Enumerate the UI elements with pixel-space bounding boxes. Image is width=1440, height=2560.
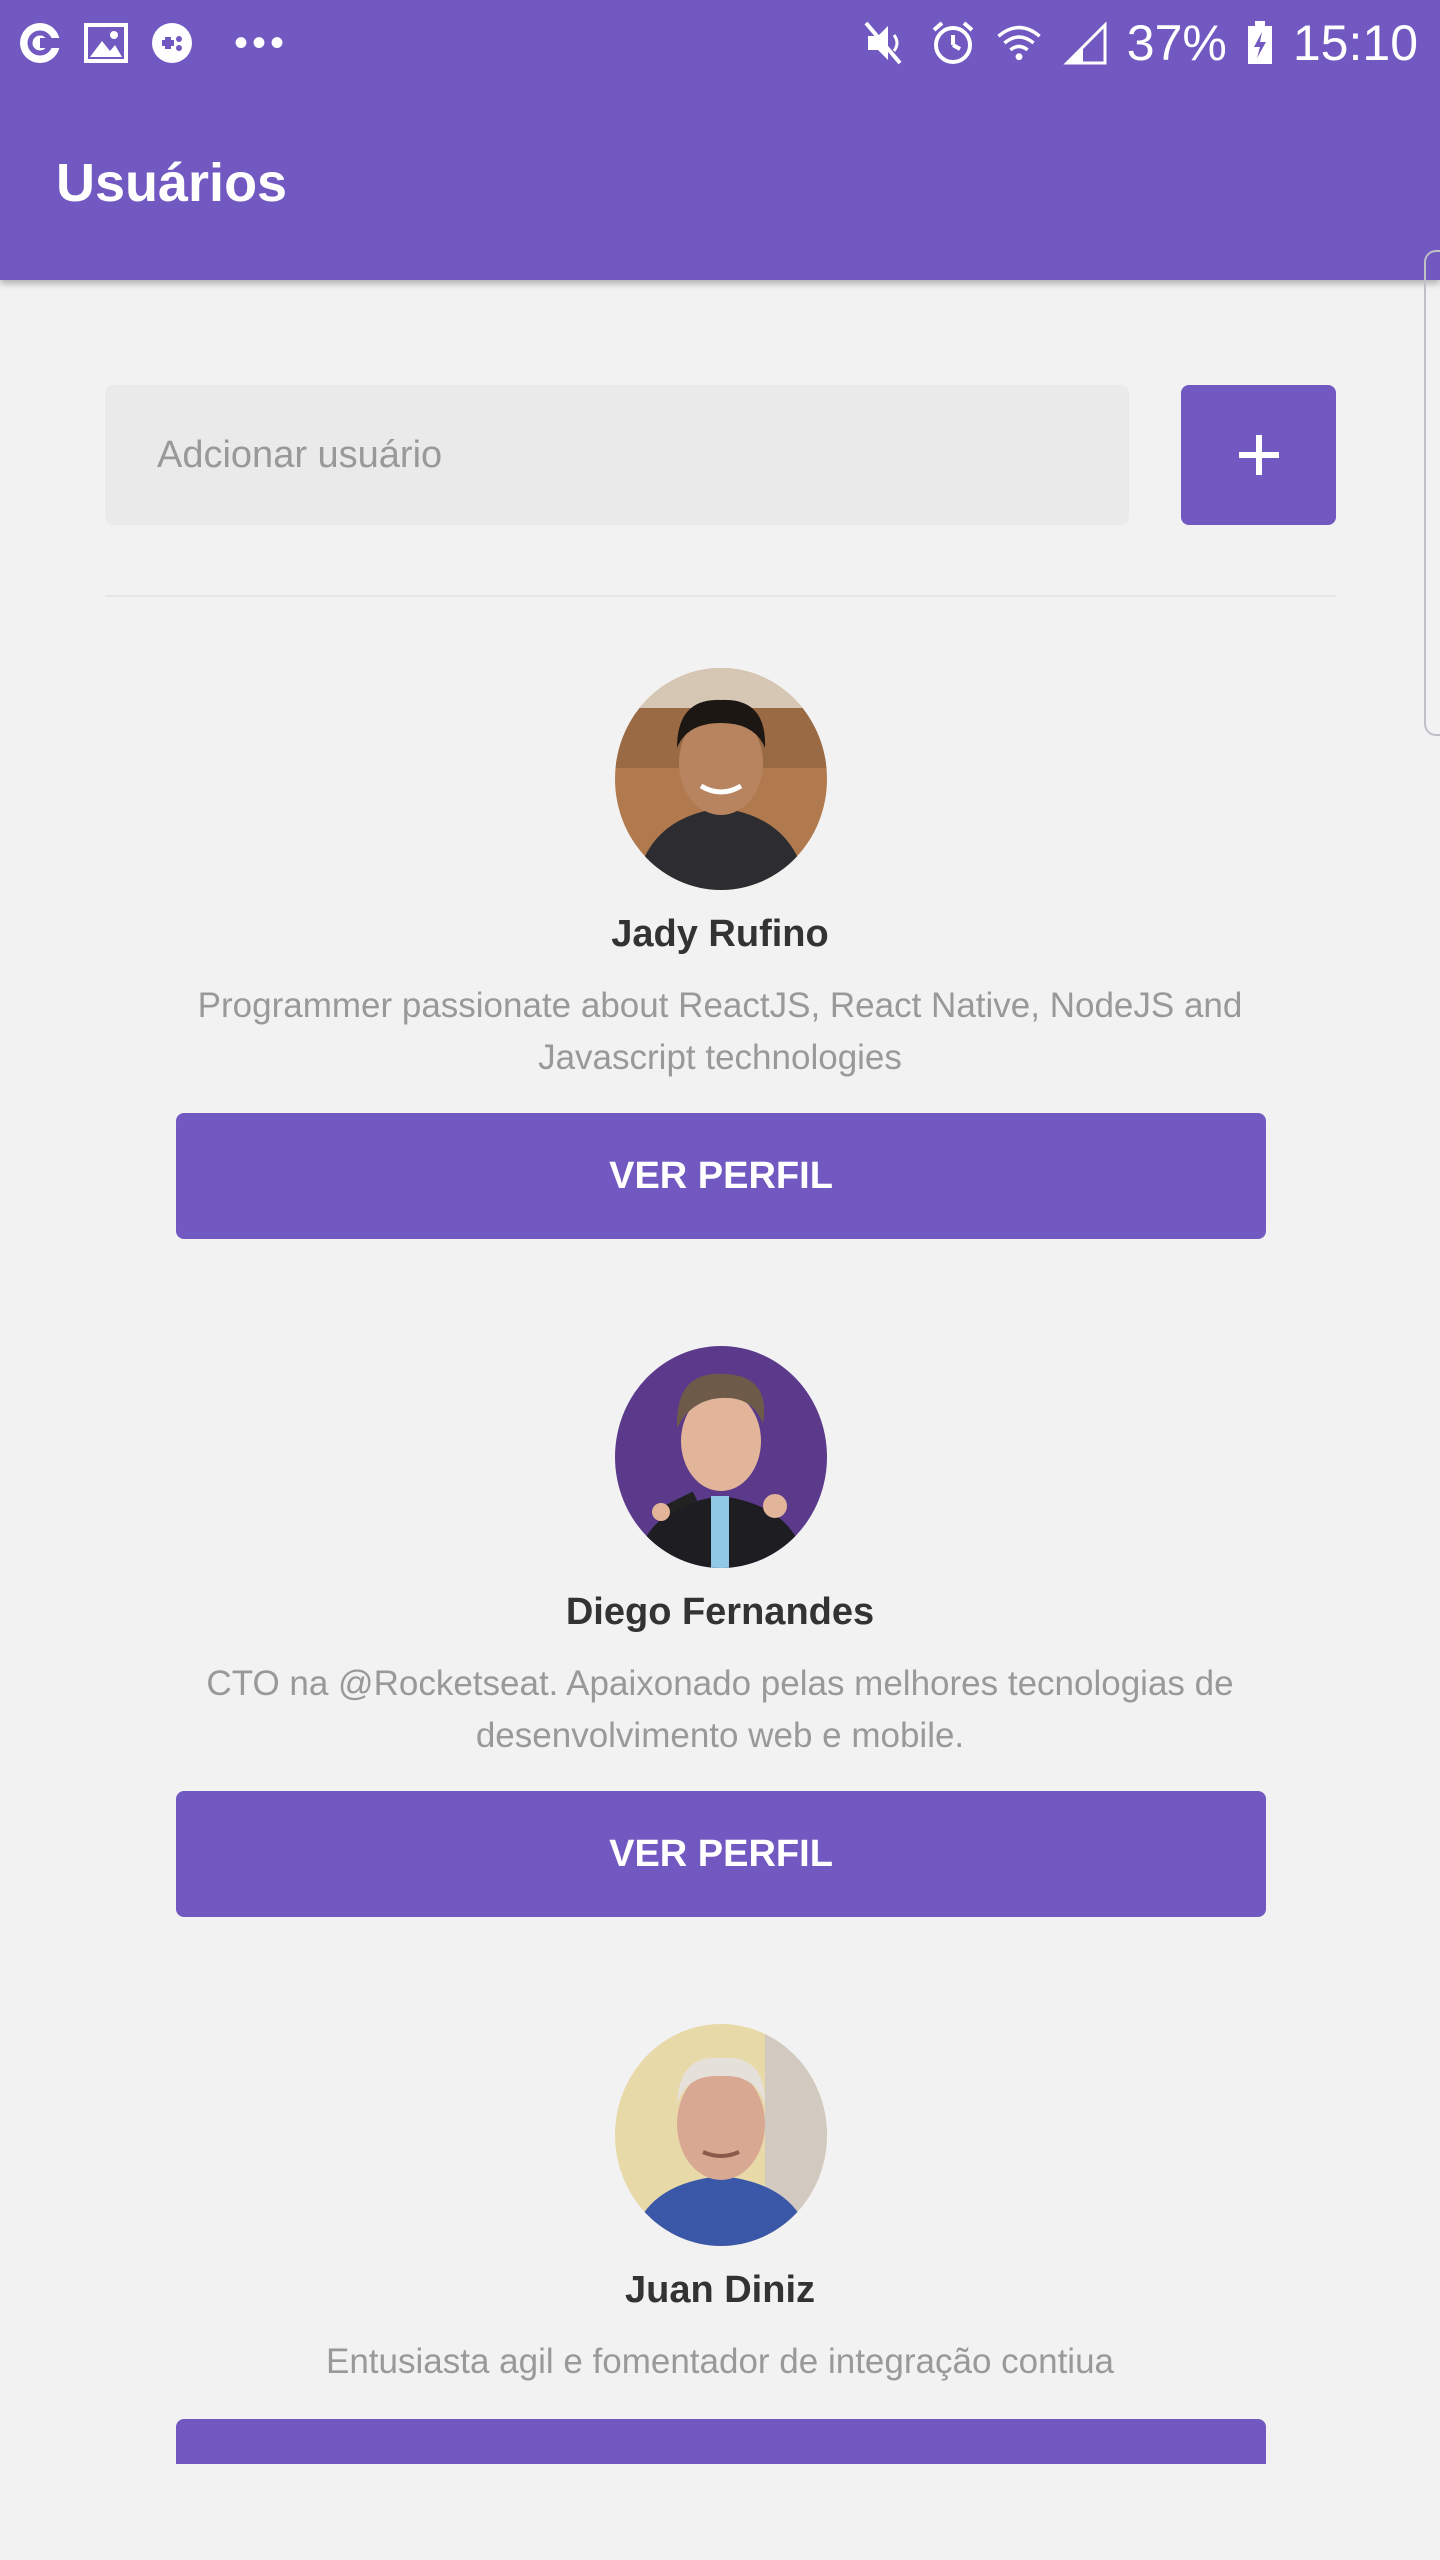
user-name: Diego Fernandes — [565, 1591, 875, 1633]
view-profile-button[interactable]: VER PERFIL — [176, 1791, 1266, 1917]
mute-icon — [863, 19, 911, 67]
edge-panel-handle[interactable] — [1424, 250, 1440, 736]
app-bar: Usuários — [0, 86, 1440, 280]
battery-charging-icon — [1245, 19, 1275, 67]
user-card: Jady Rufino Programmer passionate about … — [0, 668, 1440, 1268]
add-user-button[interactable] — [1181, 385, 1336, 525]
battery-percent: 37% — [1126, 15, 1227, 71]
image-icon — [82, 19, 130, 67]
wifi-icon — [995, 19, 1043, 67]
user-name: Juan Diniz — [624, 2269, 816, 2311]
page-title: Usuários — [56, 153, 288, 213]
add-user-form — [105, 385, 1336, 525]
user-bio: Entusiasta agil e fomentador de integraç… — [325, 2342, 1114, 2381]
sync-notification-icon — [16, 19, 64, 67]
alarm-icon — [929, 19, 977, 67]
divider — [105, 595, 1336, 597]
clock: 15:10 — [1292, 15, 1418, 71]
avatar — [615, 1346, 827, 1568]
user-name: Jady Rufino — [611, 913, 829, 955]
view-profile-button[interactable]: VER PERFIL — [176, 2419, 1266, 2464]
add-user-input[interactable] — [105, 385, 1129, 525]
view-profile-button[interactable]: VER PERFIL — [176, 1113, 1266, 1239]
avatar — [615, 668, 827, 890]
status-bar: ••• 37% 15:10 — [0, 0, 1440, 86]
user-bio: CTO na @Rocketseat. Apaixonado pelas mel… — [206, 1664, 1234, 1755]
plus-icon — [1237, 433, 1281, 477]
status-left: ••• — [16, 19, 288, 67]
signal-icon — [1061, 19, 1109, 67]
avatar — [615, 2024, 827, 2246]
user-bio: Programmer passionate about ReactJS, Rea… — [197, 986, 1243, 1077]
user-card: Diego Fernandes CTO na @Rocketseat. Apai… — [0, 1346, 1440, 1946]
game-icon — [148, 19, 196, 67]
more-notifications-icon: ••• — [234, 21, 289, 65]
user-card: Juan Diniz Entusiasta agil e fomentador … — [0, 2024, 1440, 2464]
status-right: 37% 15:10 — [863, 18, 1418, 68]
